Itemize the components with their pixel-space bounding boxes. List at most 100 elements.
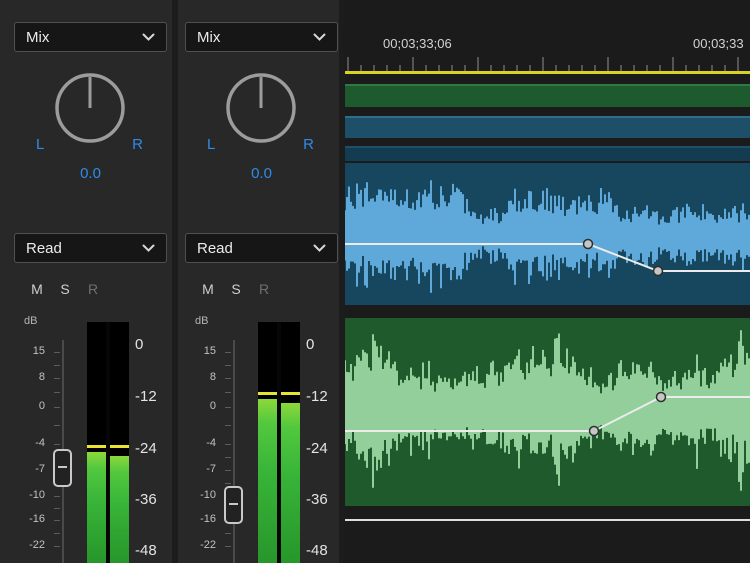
meter-scale-label: -48 [135,542,157,559]
mixer-panel: Mix L R 0.0 Read M S R dB 15 8 0 -4 -7 -10 -16… [0,0,345,563]
timeline-panel: 00;03;33;06 00;03;33 [345,0,750,563]
solo-button[interactable]: S [225,281,247,297]
meter-bar-left [87,322,106,563]
fader-tick [54,508,60,509]
input-select[interactable]: Mix [185,22,338,52]
pan-right-label: R [132,136,143,153]
fader-tick [225,470,231,471]
fader-scale-label: -10 [185,489,216,501]
waveform [345,330,749,490]
chevron-down-icon [313,33,326,41]
fader-tick [54,352,60,353]
fader-tick [225,365,231,366]
fader-tick [225,378,231,379]
automation-mode-select[interactable]: Read [185,233,338,263]
meter-scale-label: -48 [306,542,328,559]
fader-scale-label: -22 [14,539,45,551]
pan-right-label: R [303,136,314,153]
fader-scale-label: 8 [14,371,45,383]
fader-scale-label: 0 [14,400,45,412]
peak-indicator [281,392,300,395]
automation-keyframe[interactable] [657,393,666,402]
timecode-label: 00;03;33;06 [383,36,452,51]
fader-scale-label: 0 [185,400,216,412]
fader-tick [54,425,60,426]
channel-strip-2: Mix L R 0.0 Read M S R dB 15 8 0 -4 -7 -10 -16… [185,0,338,563]
audio-clip-2[interactable] [345,318,750,506]
input-select[interactable]: Mix [14,22,167,52]
automation-keyframe[interactable] [584,240,593,249]
level-meter [87,322,129,563]
fader-scale-label: 15 [185,345,216,357]
fader-grip-line [58,466,67,468]
pan-value[interactable]: 0.0 [185,165,338,182]
meter-scale-label: 0 [135,336,143,353]
automation-mode-select[interactable]: Read [14,233,167,263]
chevron-down-icon [313,244,326,252]
fader-track[interactable] [233,340,235,563]
meter-scale-label: -12 [135,388,157,405]
fader-tick [225,457,231,458]
fader-tick [54,546,60,547]
fader-scale-label: 8 [185,371,216,383]
audio-mixer-workspace: Mix L R 0.0 Read M S R dB 15 8 0 -4 -7 -10 -16… [0,0,750,563]
fader-tick [54,444,60,445]
timeline-ruler[interactable]: 00;03;33;06 00;03;33 [345,0,750,71]
ruler-ticks [345,54,750,71]
panel-divider [172,0,178,563]
waveform [345,180,749,293]
fader-scale-label: -4 [14,437,45,449]
pan-value[interactable]: 0.0 [14,165,167,182]
meter-scale-label: 0 [306,336,314,353]
meter-level-fill [110,456,129,563]
audio-clip-1[interactable] [345,163,750,305]
fader-scale-label: -7 [14,463,45,475]
meter-scale-label: -24 [306,440,328,457]
fader-tick [225,392,231,393]
mute-button[interactable]: M [26,281,48,297]
db-unit-label: dB [195,315,208,327]
record-arm-button[interactable]: R [253,281,275,297]
mute-button[interactable]: M [197,281,219,297]
db-unit-label: dB [24,315,37,327]
fader-tick [225,444,231,445]
track-bar-3[interactable] [345,146,750,161]
input-select-value: Mix [26,29,49,46]
timecode-label: 00;03;33 [693,36,744,51]
pan-left-label: L [36,136,44,153]
fader-scale-label: -16 [185,513,216,525]
fader-scale-label: -4 [185,437,216,449]
fader-tick [225,352,231,353]
peak-indicator [87,445,106,448]
track-bar-2[interactable] [345,116,750,138]
fader-tick [54,378,60,379]
fader-tick [225,483,231,484]
fader-handle[interactable] [53,449,72,487]
meter-level-fill [87,452,106,563]
peak-indicator [110,445,129,448]
fader-tick [225,425,231,426]
fader-tick [54,533,60,534]
record-arm-button[interactable]: R [82,281,104,297]
meter-bar-right [110,322,129,563]
work-area-bar[interactable] [345,71,750,74]
track-bar-1[interactable] [345,84,750,107]
meter-level-fill [258,399,277,563]
pan-knob[interactable] [221,68,301,148]
meter-scale-label: -12 [306,388,328,405]
meter-bar-left [258,322,277,563]
pan-left-label: L [207,136,215,153]
automation-keyframe[interactable] [590,427,599,436]
fader-tick [54,407,60,408]
automation-line-collapsed[interactable] [345,519,750,521]
fader-tick [225,546,231,547]
solo-button[interactable]: S [54,281,76,297]
fader-handle[interactable] [224,486,243,524]
fader-tick [54,496,60,497]
automation-keyframe[interactable] [654,267,663,276]
fader-scale-label: -7 [185,463,216,475]
peak-indicator [258,392,277,395]
pan-knob[interactable] [50,68,130,148]
meter-bar-right [281,322,300,563]
fader-scale-label: -16 [14,513,45,525]
